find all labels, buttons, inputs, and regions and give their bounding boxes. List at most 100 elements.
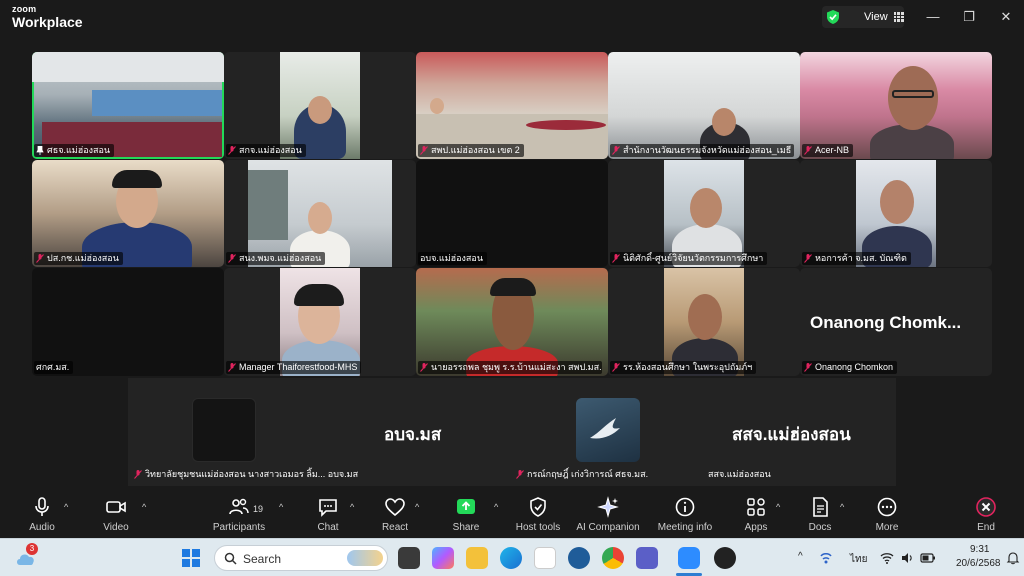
participant-name-tag: อบจ.แม่ฮ่องสอน	[418, 252, 487, 265]
media-player-icon[interactable]	[714, 547, 736, 569]
docs-options-chevron-icon[interactable]: ^	[840, 502, 844, 512]
apps-options-chevron-icon[interactable]: ^	[776, 502, 780, 512]
show-hidden-icons-chevron-icon[interactable]: ^	[798, 551, 803, 562]
apps-button[interactable]: Apps	[720, 496, 792, 533]
docs-button[interactable]: Docs	[784, 496, 856, 533]
audio-options-chevron-icon[interactable]: ^	[64, 502, 68, 512]
chrome-browser-icon[interactable]	[602, 547, 624, 569]
mic-muted-icon	[228, 146, 236, 155]
video-label: Video	[103, 522, 129, 533]
participant-name-tag: นายอรรถพล ชุมพู ร.ร.บ้านแม่สะงา สพป.มส.1	[418, 361, 603, 374]
video-tile[interactable]: ศธจ.แม่ฮ่องสอน	[32, 52, 224, 159]
more-button[interactable]: More	[851, 496, 923, 533]
brand-line1: zoom	[12, 4, 37, 14]
share-button[interactable]: Share	[430, 496, 502, 533]
react-options-chevron-icon[interactable]: ^	[415, 502, 419, 512]
avatar	[576, 398, 640, 462]
volume-icon[interactable]	[900, 551, 914, 565]
participant-name: หอการค้า จ.มส. บัณฑิต	[815, 253, 907, 263]
copilot-icon[interactable]	[432, 547, 454, 569]
video-tile[interactable]: รร.ห้องสอนศึกษา ในพระอุปถัมภ์ฯ	[608, 268, 800, 376]
host-tools-button[interactable]: Host tools	[502, 496, 574, 533]
video-tile[interactable]: สนง.พมจ.แม่ฮ่องสอน	[224, 160, 416, 267]
maximize-button[interactable]: ❐	[960, 8, 978, 26]
participant-display-name: สสจ.แม่ฮ่องสอน	[732, 425, 851, 444]
ai-companion-label: AI Companion	[576, 522, 640, 533]
participant-name: สกจ.แม่ฮ่องสอน	[239, 145, 302, 155]
notification-bell-icon[interactable]	[1006, 551, 1020, 565]
mic-muted-icon	[36, 254, 44, 263]
apps-icon	[747, 498, 765, 516]
video-tile[interactable]: ศกศ.มส.	[32, 268, 224, 376]
teams-icon[interactable]	[636, 547, 658, 569]
participants-icon	[229, 498, 249, 515]
participant-name: สนง.พมจ.แม่ฮ่องสอน	[239, 253, 322, 263]
participant-name: วิทยาลัยชุมชนแม่ฮ่องสอน นางสาวเอมอร ลิ้ม…	[145, 469, 359, 479]
participant-name-tag: วิทยาลัยชุมชนแม่ฮ่องสอน นางสาวเอมอร ลิ้ม…	[134, 468, 358, 481]
clock-date[interactable]: 20/6/2568	[956, 558, 1001, 569]
video-tile[interactable]: นายอรรถพล ชุมพู ร.ร.บ้านแม่สะงา สพป.มส.1	[416, 268, 608, 376]
participant-name: สพป.แม่ฮ่องสอน เขต 2	[431, 145, 520, 155]
participants-options-chevron-icon[interactable]: ^	[279, 502, 283, 512]
end-button[interactable]: End	[950, 496, 1022, 533]
react-button[interactable]: React	[359, 496, 431, 533]
mic-muted-icon	[804, 254, 812, 263]
video-tile[interactable]: อบจ.แม่ฮ่องสอน	[416, 160, 608, 267]
chat-options-chevron-icon[interactable]: ^	[350, 502, 354, 512]
participant-name: สสจ.แม่ฮ่องสอน	[708, 469, 771, 479]
windows-taskbar: Search ^ ไทย 9:31 20/6/2568	[0, 538, 1024, 576]
participant-name-tag: สกจ.แม่ฮ่องสอน	[226, 144, 306, 157]
video-tile[interactable]: ปส.กช.แม่ฮ่องสอน	[32, 160, 224, 267]
video-tile[interactable]: สำนักงานวัฒนธรรมจังหวัดแม่ฮ่องสอน_เมธี	[608, 52, 800, 159]
sparkle-icon	[597, 496, 619, 518]
meeting-info-button[interactable]: Meeting info	[649, 496, 721, 533]
start-button[interactable]	[180, 547, 202, 569]
end-meeting-icon	[976, 497, 996, 517]
video-options-chevron-icon[interactable]: ^	[142, 502, 146, 512]
video-tile[interactable]: สพป.แม่ฮ่องสอน เขต 2	[416, 52, 608, 159]
video-tile[interactable]: นิติศักดิ์-ศูนย์วิจัยนวัตกรรมการศึกษา	[608, 160, 800, 267]
share-options-chevron-icon[interactable]: ^	[494, 502, 498, 512]
edge-browser-icon[interactable]	[500, 547, 522, 569]
zoom-app-icon[interactable]	[678, 547, 700, 569]
dell-icon[interactable]	[568, 547, 590, 569]
video-tile[interactable]: Acer-NB	[800, 52, 992, 159]
video-tile[interactable]: Manager Thaiforestfood-MHS	[224, 268, 416, 376]
mic-muted-icon	[612, 254, 620, 263]
participant-name: Acer-NB	[815, 145, 850, 155]
view-button[interactable]: View	[822, 6, 904, 28]
apps-label: Apps	[744, 522, 768, 533]
participants-button[interactable]: Participants	[203, 496, 275, 533]
taskbar-search-box[interactable]: Search	[214, 545, 388, 571]
pin-icon	[36, 146, 44, 155]
battery-icon[interactable]	[920, 551, 936, 565]
title-bar: zoom Workplace View — ❐ ✕	[0, 0, 1024, 34]
ai-companion-button[interactable]: AI Companion	[572, 496, 644, 533]
microphone-icon	[35, 497, 49, 516]
participant-display-name: อบจ.มส	[384, 425, 442, 444]
shield-check-icon	[827, 10, 839, 24]
task-view-icon[interactable]	[398, 547, 420, 569]
participants-label: Participants	[212, 522, 266, 533]
participant-name-tag: รร.ห้องสอนศึกษา ในพระอุปถัมภ์ฯ	[610, 361, 757, 374]
video-tile[interactable]: สกจ.แม่ฮ่องสอน	[224, 52, 416, 159]
participant-name-tag: Manager Thaiforestfood-MHS	[226, 361, 362, 374]
mic-muted-icon	[420, 146, 428, 155]
participant-name: กรณ์กฤษฎิ์ เก่งวิการณ์ ศธจ.มส.	[527, 469, 649, 479]
close-window-button[interactable]: ✕	[997, 8, 1015, 26]
wifi-icon[interactable]	[880, 551, 894, 565]
microsoft-store-icon[interactable]	[534, 547, 556, 569]
participant-name: นิติศักดิ์-ศูนย์วิจัยนวัตกรรมการศึกษา	[623, 253, 764, 263]
video-tile[interactable]: หอการค้า จ.มส. บัณฑิต	[800, 160, 992, 267]
clock-time[interactable]: 9:31	[970, 544, 989, 555]
network-location-icon[interactable]	[818, 550, 834, 566]
meeting-toolbar: Audio ^ Video ^ Participants 19 ^ Chat ^…	[0, 492, 1024, 538]
minimize-button[interactable]: —	[924, 8, 942, 26]
shield-icon	[530, 497, 546, 517]
mic-muted-icon	[612, 146, 620, 155]
participant-name-tag: สสจ.แม่ฮ่องสอน	[708, 468, 771, 481]
share-screen-icon	[457, 499, 475, 514]
language-indicator[interactable]: ไทย	[850, 552, 867, 567]
participant-name-tag: สำนักงานวัฒนธรรมจังหวัดแม่ฮ่องสอน_เมธี	[610, 144, 795, 157]
file-explorer-icon[interactable]	[466, 547, 488, 569]
